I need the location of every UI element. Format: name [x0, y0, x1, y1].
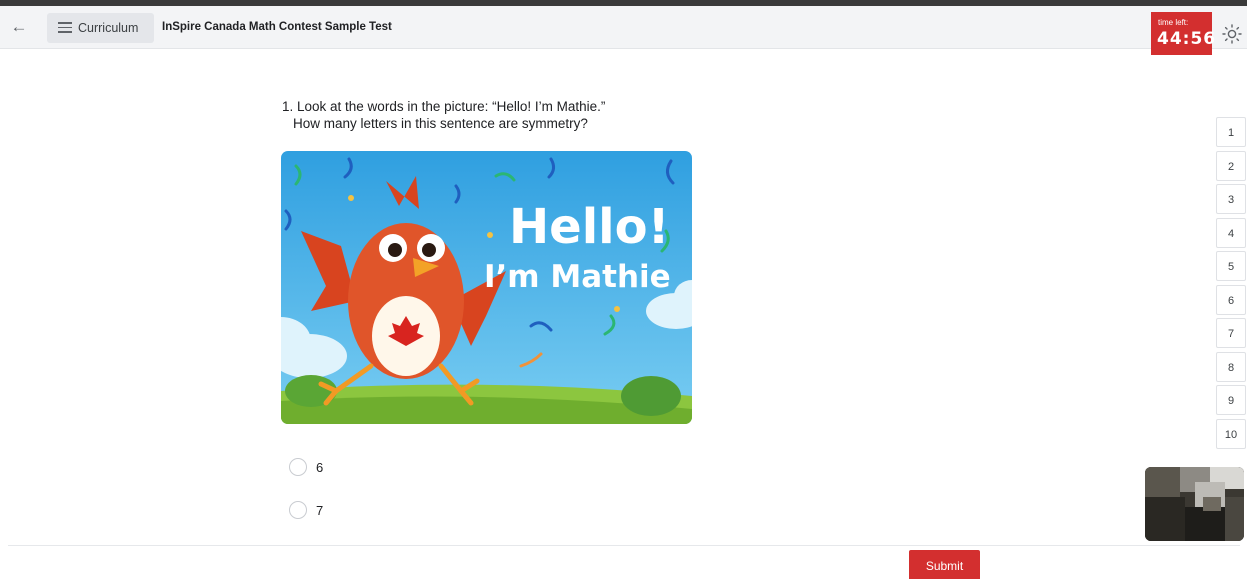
question-image: Hello! I’m Mathie — [281, 151, 692, 424]
submit-button[interactable]: Submit — [909, 550, 980, 579]
question-line-1: 1. Look at the words in the picture: “He… — [282, 99, 606, 114]
webcam-preview[interactable] — [1145, 467, 1244, 541]
question-nav-item[interactable]: 10 — [1216, 419, 1246, 449]
footer-divider — [8, 545, 1240, 546]
radio-button[interactable] — [289, 458, 307, 476]
question-nav-item[interactable]: 2 — [1216, 151, 1246, 181]
answer-option[interactable]: 7 — [289, 501, 489, 521]
answer-option[interactable]: 6 — [289, 458, 489, 478]
back-button[interactable]: ← — [8, 16, 30, 38]
question-nav-item[interactable]: 4 — [1216, 218, 1246, 248]
question-nav-item[interactable]: 3 — [1216, 184, 1246, 214]
answer-option-label: 6 — [316, 460, 324, 475]
mathie-illustration: Hello! I’m Mathie — [281, 151, 692, 424]
question-line-2: How many letters in this sentence are sy… — [293, 116, 588, 131]
question-text: 1. Look at the words in the picture: “He… — [282, 98, 605, 132]
curriculum-button[interactable]: Curriculum — [47, 13, 154, 43]
question-nav-item[interactable]: 8 — [1216, 352, 1246, 382]
curriculum-label: Curriculum — [78, 21, 139, 35]
question-nav-item[interactable]: 9 — [1216, 385, 1246, 415]
timer-badge: time left: 44:56 — [1151, 12, 1215, 55]
question-nav-item[interactable]: 1 — [1216, 117, 1246, 147]
arrow-left-icon: ← — [10, 17, 28, 36]
sun-icon — [1222, 24, 1242, 44]
image-text-mathie: I’m Mathie — [484, 259, 671, 295]
hamburger-menu-icon — [58, 22, 72, 33]
app-header: ← Curriculum InSpire Canada Math Contest… — [0, 6, 1247, 55]
webcam-feed — [1145, 467, 1244, 541]
timer-label: time left: — [1158, 18, 1189, 27]
answer-option-label: 7 — [316, 503, 324, 518]
theme-toggle-button[interactable] — [1220, 22, 1244, 46]
question-nav-item[interactable]: 6 — [1216, 285, 1246, 315]
question-nav-item[interactable]: 7 — [1216, 318, 1246, 348]
question-nav-item[interactable]: 5 — [1216, 251, 1246, 281]
page-title: InSpire Canada Math Contest Sample Test — [162, 21, 392, 33]
timer-value: 44:56 — [1157, 29, 1217, 49]
radio-button[interactable] — [289, 501, 307, 519]
image-text-hello: Hello! — [509, 199, 670, 255]
